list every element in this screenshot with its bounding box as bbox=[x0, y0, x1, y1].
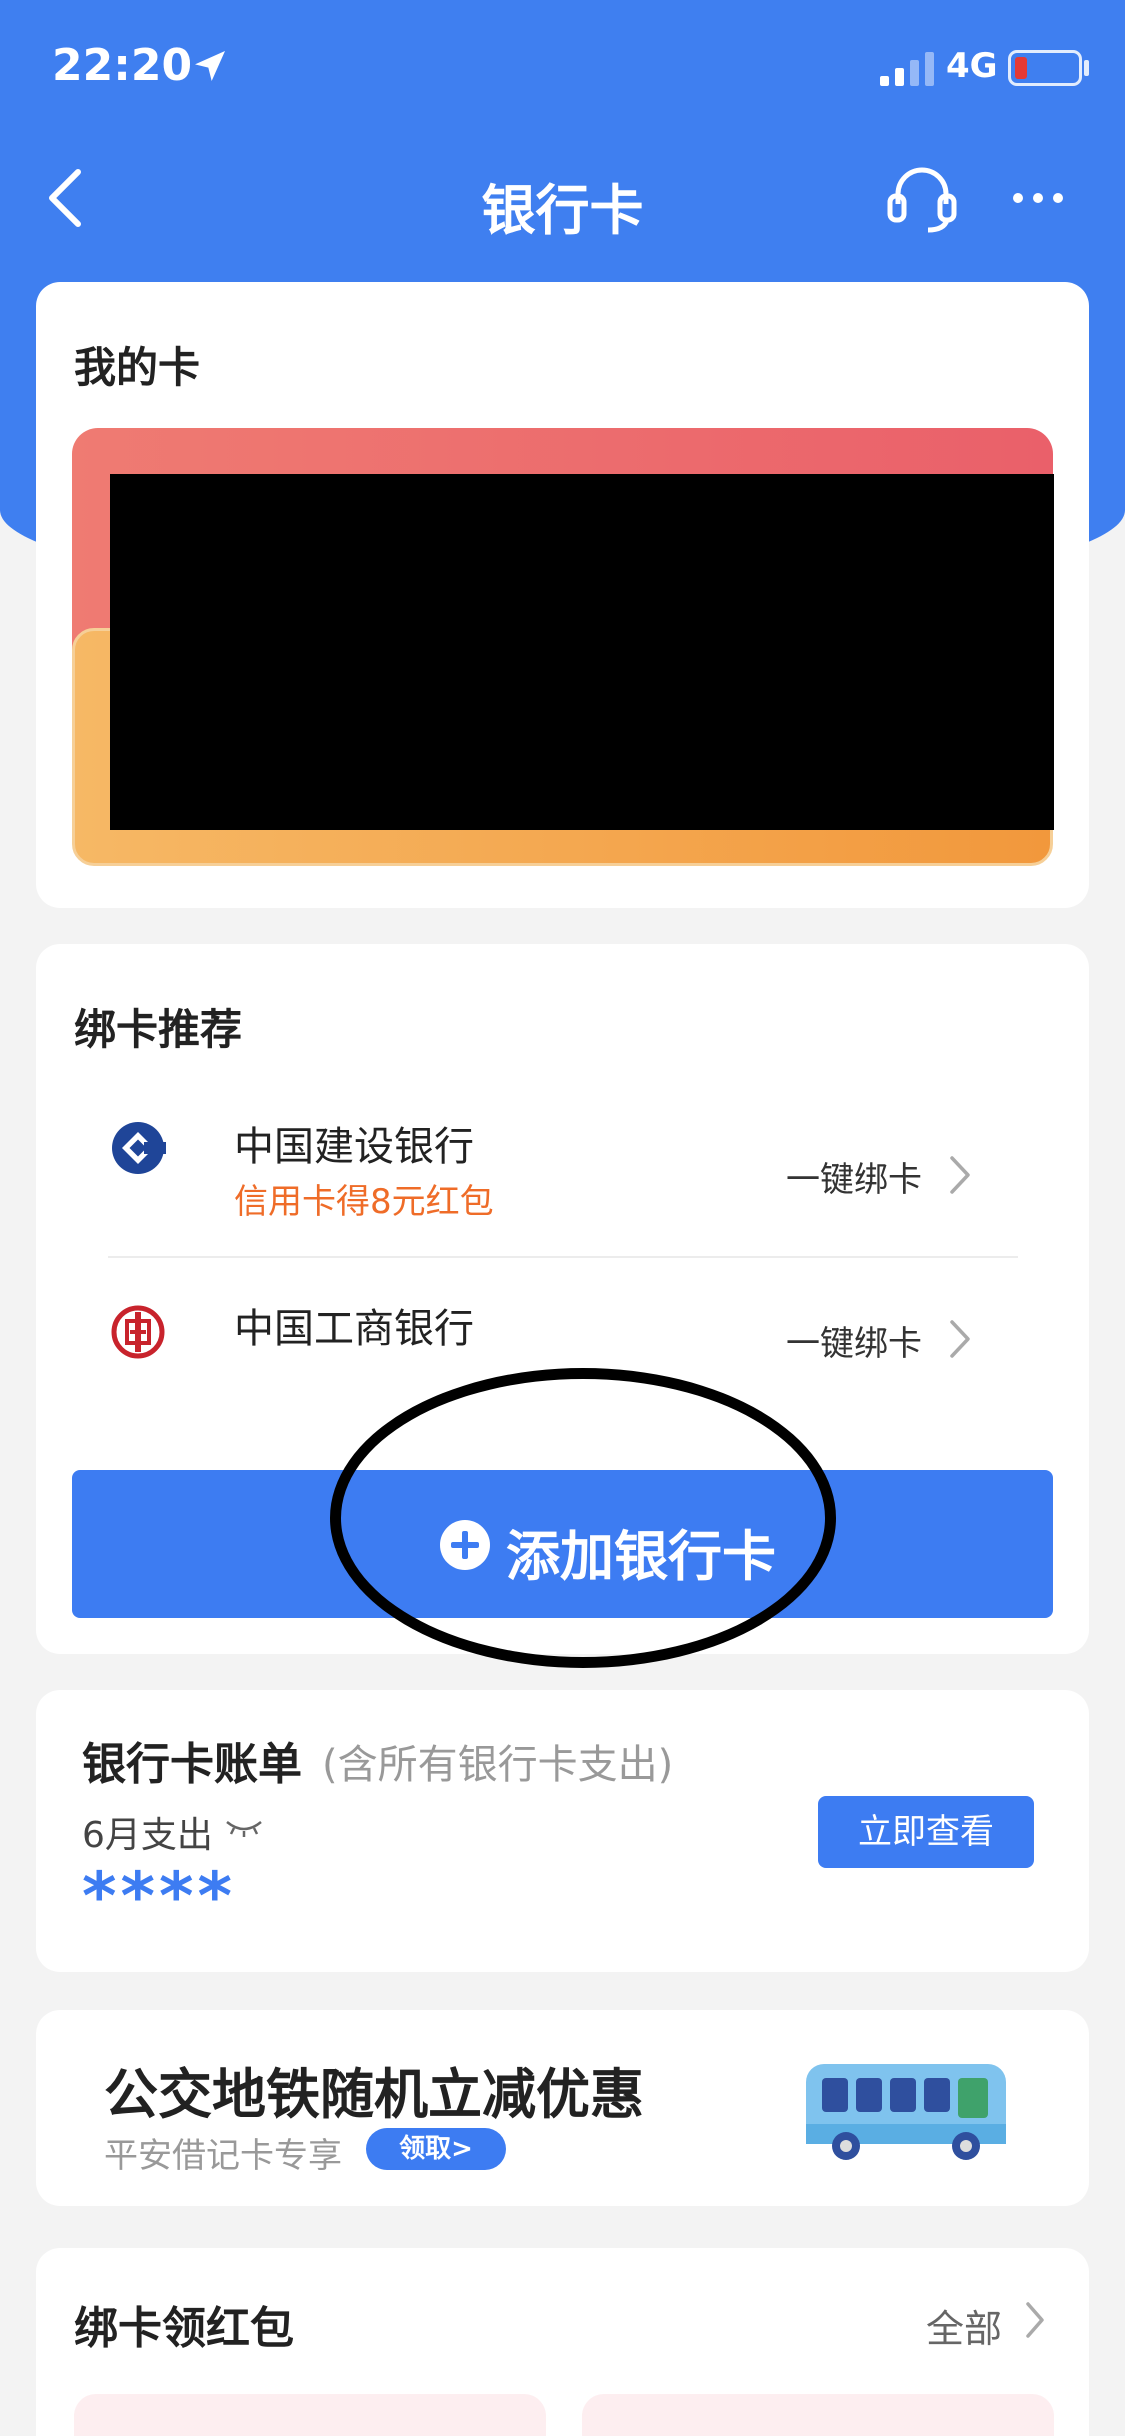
transit-promo-banner[interactable]: 公交地铁随机立减优惠 平安借记卡专享 领取> bbox=[36, 2010, 1089, 2206]
one-click-bind-label[interactable]: 一键绑卡 bbox=[786, 1152, 922, 1201]
bind-recommend-title: 绑卡推荐 bbox=[74, 1005, 243, 1054]
chevron-right-icon[interactable] bbox=[1024, 2300, 1046, 2340]
one-click-bind-label[interactable]: 一键绑卡 bbox=[786, 1316, 922, 1365]
red-packet-tile[interactable] bbox=[582, 2394, 1054, 2436]
bank-promo: 信用卡得8元红包 bbox=[234, 1182, 494, 1222]
divider bbox=[108, 1256, 1018, 1258]
claim-tag[interactable]: 领取> bbox=[366, 2128, 506, 2170]
add-bank-card-label: 添加银行卡 bbox=[506, 1525, 776, 1588]
network-type: 4G bbox=[946, 46, 998, 86]
plus-circle-icon bbox=[440, 1520, 490, 1570]
status-bar: 22:20 4G bbox=[0, 0, 1125, 140]
more-dots-icon[interactable] bbox=[1010, 186, 1066, 210]
chevron-right-icon bbox=[950, 1156, 970, 1194]
bank-card-bill-section: 银行卡账单 (含所有银行卡支出) 6月支出 **** 立即查看 bbox=[36, 1690, 1089, 1972]
my-cards-title: 我的卡 bbox=[74, 343, 201, 392]
promo-subtitle: 平安借记卡专享 bbox=[104, 2136, 342, 2176]
battery-icon bbox=[1008, 50, 1082, 86]
red-packet-title: 绑卡领红包 bbox=[74, 2303, 294, 2354]
bank-name: 中国工商银行 bbox=[234, 1306, 474, 1352]
ccb-logo-icon bbox=[112, 1122, 166, 1174]
bill-title: 银行卡账单 bbox=[82, 1739, 302, 1790]
add-bank-card-button[interactable]: 添加银行卡 bbox=[72, 1470, 1053, 1618]
bill-month-label: 6月支出 bbox=[82, 1815, 213, 1856]
status-time: 22:20 bbox=[52, 40, 193, 91]
bind-red-packet-section: 绑卡领红包 全部 bbox=[36, 2248, 1089, 2436]
red-packet-tile[interactable] bbox=[74, 2394, 546, 2436]
my-cards-section: 我的卡 bbox=[36, 282, 1089, 908]
redacted-card-info bbox=[110, 474, 1054, 830]
customer-service-headset-icon[interactable] bbox=[884, 160, 960, 236]
view-all-link[interactable]: 全部 bbox=[926, 2298, 1002, 2353]
bind-recommend-section: 绑卡推荐 中国建设银行 信用卡得8元红包 一键绑卡 中国工商银行 一键绑卡 添加… bbox=[36, 944, 1089, 1654]
battery-nub bbox=[1084, 60, 1089, 76]
icbc-logo-icon bbox=[111, 1305, 165, 1359]
view-bill-button[interactable]: 立即查看 bbox=[818, 1796, 1034, 1868]
chevron-right-icon bbox=[950, 1320, 970, 1358]
bill-subtitle: (含所有银行卡支出) bbox=[322, 1742, 674, 1788]
signal-bars-icon bbox=[880, 52, 934, 86]
bill-amount-hidden: **** bbox=[82, 1858, 237, 1935]
bank-name: 中国建设银行 bbox=[234, 1124, 474, 1170]
location-arrow-icon bbox=[195, 51, 225, 81]
eye-closed-icon[interactable] bbox=[224, 1816, 264, 1840]
bus-illustration-icon bbox=[806, 2064, 1006, 2160]
promo-title: 公交地铁随机立减优惠 bbox=[104, 2063, 644, 2126]
